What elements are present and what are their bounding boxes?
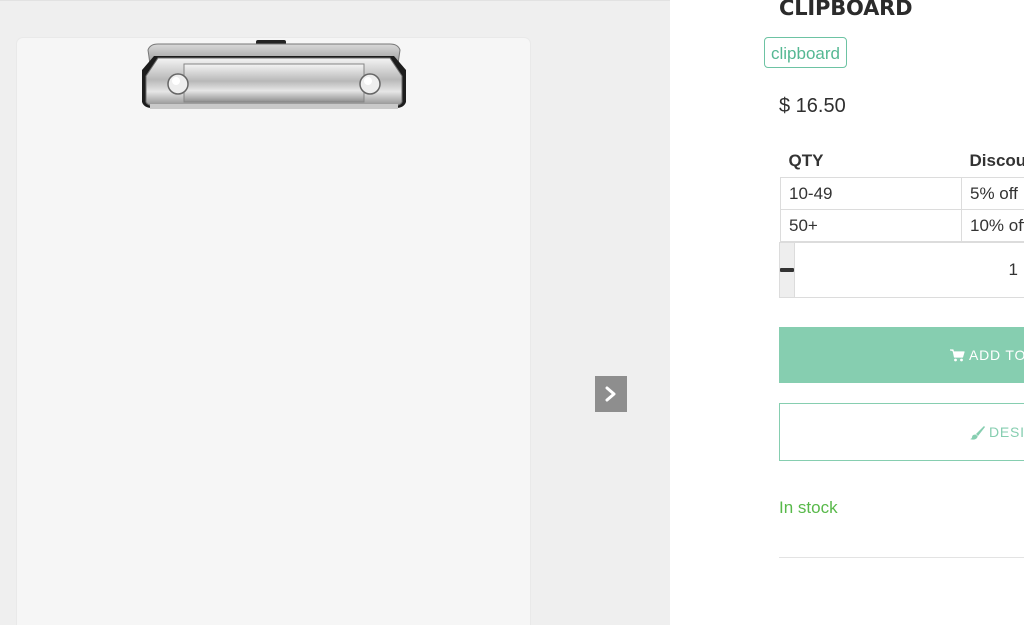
quantity-decrease-button[interactable] (780, 243, 795, 297)
add-to-cart-label: ADD TO (969, 347, 1024, 363)
stock-status: In stock (779, 498, 838, 517)
table-row: 10-49 5% off (780, 177, 1024, 210)
design-label: DESIG (989, 424, 1024, 440)
quantity-stepper (779, 242, 1024, 298)
product-price: $ 16.50 (779, 95, 846, 117)
column-header-qty: QTY (788, 151, 824, 170)
quantity-discount-table: QTY Discou 10-49 5% off 50+ 10% off (780, 145, 1024, 242)
gallery-next-button[interactable] (595, 376, 627, 412)
product-title: CLIPBOARD (779, 0, 913, 20)
product-details: CLIPBOARD clipboard $ 16.50 QTY Discou 1… (670, 0, 1024, 625)
shopping-cart-icon (950, 348, 965, 362)
product-image (17, 38, 530, 625)
discount-cell: 10% off (961, 209, 1024, 242)
discount-cell: 5% off (961, 177, 1024, 210)
table-row: 50+ 10% off (780, 209, 1024, 242)
minus-icon (780, 268, 794, 272)
quantity-input[interactable] (795, 243, 1024, 297)
product-gallery (0, 0, 670, 625)
product-tag[interactable]: clipboard (764, 37, 847, 68)
chevron-right-icon (605, 386, 616, 402)
qty-range-cell: 10-49 (780, 177, 962, 210)
clipboard-clip-image (142, 40, 406, 109)
product-page: CLIPBOARD clipboard $ 16.50 QTY Discou 1… (0, 0, 1024, 625)
qty-range-cell: 50+ (780, 209, 962, 242)
divider (779, 557, 1024, 558)
design-button[interactable]: DESIG (779, 403, 1024, 461)
table-header-row: QTY Discou (781, 145, 1024, 178)
add-to-cart-button[interactable]: ADD TO (779, 327, 1024, 383)
column-header-discount: Discou (969, 151, 1024, 170)
paintbrush-icon (970, 425, 985, 440)
